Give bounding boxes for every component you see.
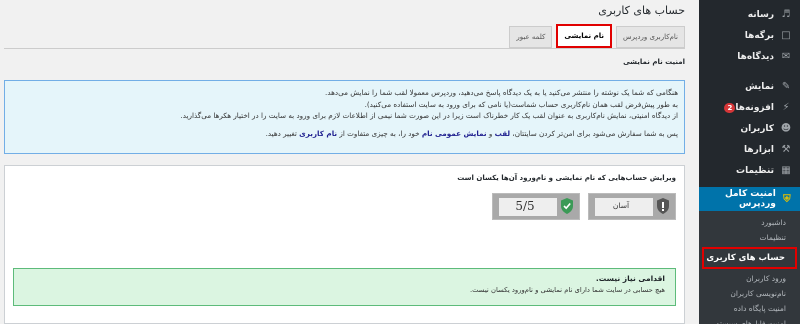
sidebar-item-label: کاربران [740,123,774,134]
sidebar-item-security[interactable]: ⛨ امنیت کامل وردپرس [699,187,800,211]
sidebar-submenu: داشبورد تنظیمات حساب های کاربری ورود کار… [699,211,800,324]
shield-check-icon [561,198,573,214]
panel-heading: ویرایش حساب‌هایی که نام نمایشی و نام‌ورو… [457,174,676,182]
sidebar-item-media[interactable]: ♬ رسانه [699,4,800,25]
sidebar-item-label: امنیت کامل وردپرس [724,189,776,209]
highlight-display-name: نمایش عمومی نام [421,128,487,138]
info-line: به طور پیش‌فرض لقب همان نام‌کاربری حساب … [364,99,678,109]
info-box: هنگامی که شما یک نوشته را منتشر می‌کنید … [4,80,685,154]
sidebar-item-appearance[interactable]: ✎ نمایش [699,76,800,97]
sidebar-item-label: برگه‌ها [744,30,774,41]
main-content: حساب های کاربری نام‌کاربری وردپرس نام نم… [0,0,699,324]
difficulty-label: آسان [612,201,630,210]
users-icon: ☻ [780,123,792,134]
comments-icon: ✉ [781,51,791,62]
submenu-item-dashboard[interactable]: داشبورد [699,215,800,230]
sidebar-item-pages[interactable]: □ برگه‌ها [699,25,800,46]
tab-wp-username[interactable]: نام‌کاربری وردپرس [615,26,685,48]
sidebar-item-settings[interactable]: ▦ تنظیمات [699,160,800,181]
info-line: هنگامی که شما یک نوشته را منتشر می‌کنید … [325,88,678,97]
tab-password[interactable]: کلمه عبور [509,26,553,48]
submenu-item-filesystem[interactable]: امنیت فایل‌های سیستم [699,316,800,324]
sidebar-item-label: نمایش [745,81,774,92]
success-notice: اقدامی نیاز نیست. هیچ حسابی در سایت شما … [13,268,676,306]
highlight-username: نام کاربری [299,128,338,138]
sidebar-item-label: رسانه [747,9,774,20]
pages-icon: □ [781,30,791,41]
sidebar-item-label: دیدگاه‌ها [737,51,774,62]
submenu-item-settings[interactable]: تنظیمات [699,230,800,245]
sidebar-item-plugins[interactable]: ⚡ افزونه‌ها 2 [699,97,800,118]
plugins-icon: ⚡ [782,102,790,113]
plugins-count-badge: 2 [724,102,736,113]
tab-display-name[interactable]: نام نمایشی [556,24,612,48]
score-value: 5/5 [515,199,535,213]
status-cards: آسان 5/5 [492,193,676,220]
tab-bar: نام‌کاربری وردپرس نام نمایشی کلمه عبور [505,24,685,48]
highlight-nickname: لقب [494,128,511,138]
success-title: اقدامی نیاز نیست. [595,274,665,283]
shield-icon: ⛨ [783,193,791,205]
settings-icon: ▦ [781,165,791,176]
submenu-item-registration[interactable]: نام‌نویسی کاربران [699,286,800,301]
media-icon: ♬ [781,9,791,20]
shield-icon [657,198,669,214]
info-line-recommendation: پس به شما سفارش می‌شود برای امن‌تر کردن … [265,128,678,138]
sidebar-item-label: تنظیمات [736,165,774,176]
sidebar-item-users[interactable]: ☻ کاربران [699,118,800,139]
page-title: حساب های کاربری [598,4,685,17]
sidebar-item-label: ابزارها [744,144,774,155]
success-text: هیچ حسابی در سایت شما دارای نام نمایشی و… [469,286,665,294]
sidebar-item-label: افزونه‌ها [735,102,774,113]
submenu-item-login[interactable]: ورود کاربران [699,271,800,286]
admin-sidebar: ♬ رسانه □ برگه‌ها ✉ دیدگاه‌ها ✎ نمایش ⚡ … [699,0,800,324]
sidebar-item-tools[interactable]: ⚒ ابزارها [699,139,800,160]
score-card: 5/5 [492,193,580,220]
tools-icon: ⚒ [781,144,791,155]
display-name-panel: ویرایش حساب‌هایی که نام نمایشی و نام‌ورو… [4,165,685,324]
sidebar-item-comments[interactable]: ✉ دیدگاه‌ها [699,46,800,67]
submenu-item-user-accounts[interactable]: حساب های کاربری [702,247,797,269]
submenu-item-database[interactable]: امنیت پایگاه داده [699,301,800,316]
section-label: امنیت نام نمایشی [623,58,685,66]
difficulty-card: آسان [588,193,676,220]
tab-divider [4,48,685,49]
appearance-icon: ✎ [781,81,791,92]
info-line: از دیدگاه امنیتی، نمایش نام‌کاربری به عن… [180,111,679,120]
